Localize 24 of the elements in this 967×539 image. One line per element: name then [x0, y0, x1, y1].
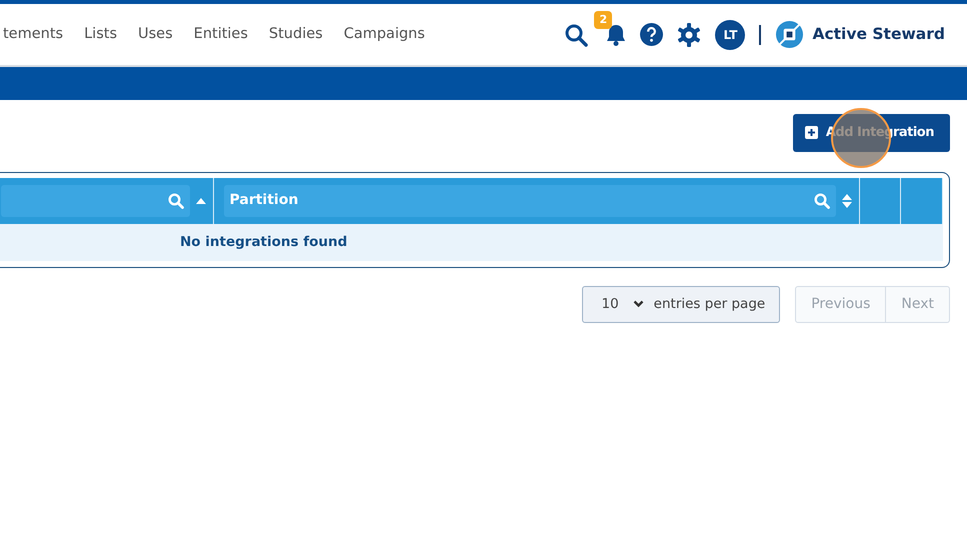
sort-up-icon[interactable] [196, 197, 206, 204]
empty-message: No integrations found [0, 224, 942, 260]
logo-icon [775, 20, 804, 49]
nav-link[interactable]: Entities [194, 24, 248, 46]
nav-link[interactable]: Lists [84, 24, 117, 46]
notification-count: 2 [594, 10, 612, 29]
column-filter-field[interactable] [1, 184, 190, 216]
plus-icon [804, 126, 818, 140]
entries-label: entries per page [654, 294, 766, 314]
sort-icon[interactable] [842, 192, 852, 208]
nav-link[interactable]: Studies [268, 24, 323, 46]
bell-icon[interactable] [606, 24, 626, 46]
search-icon [168, 192, 184, 208]
user-avatar[interactable]: LT [715, 20, 746, 50]
nav-link[interactable]: Uses [138, 24, 173, 46]
settings-icon[interactable] [677, 22, 702, 46]
page-size-select[interactable]: 10 entries per page [582, 286, 780, 322]
chevron-down-icon [632, 300, 644, 308]
search-icon [814, 192, 830, 208]
nav-link[interactable]: tements [3, 24, 64, 46]
search-icon[interactable] [564, 22, 588, 46]
brand-name: Active Steward [812, 24, 945, 45]
nav-link[interactable]: Campaigns [344, 24, 425, 46]
help-icon[interactable] [640, 23, 664, 46]
